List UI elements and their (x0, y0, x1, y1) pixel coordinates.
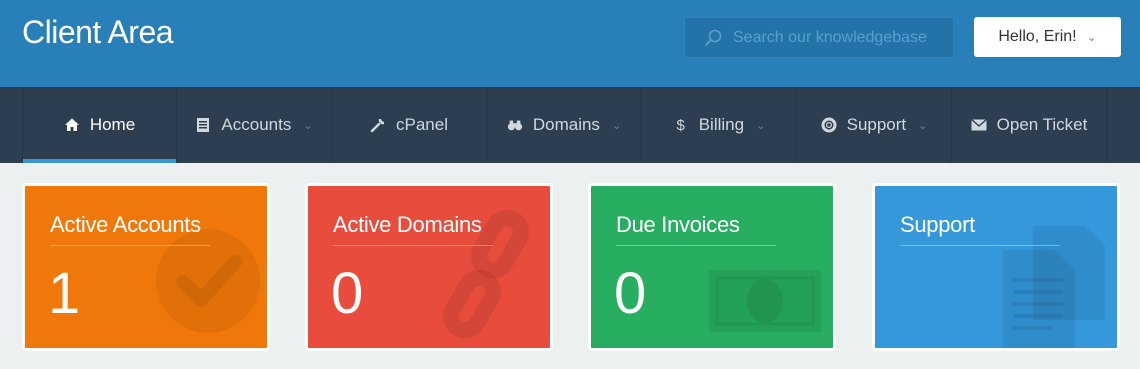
support-tile[interactable]: Support (872, 183, 1120, 351)
tile-title: Active Domains (333, 212, 482, 237)
tile-divider (900, 245, 1060, 246)
nav-item-label: Domains (532, 115, 600, 134)
banknote-icon (709, 270, 821, 332)
nav-item-domains[interactable]: Domains ⌄ (487, 87, 642, 163)
user-greeting: Hello, Erin! (998, 28, 1077, 45)
stats-tiles: Active Accounts 1 Active Domains 0 Due I… (22, 183, 1122, 351)
nav-item-label: cPanel (396, 115, 448, 134)
tile-title: Due Invoices (616, 212, 740, 237)
chevron-down-icon: ⌄ (611, 119, 622, 132)
tile-value: 0 (614, 261, 647, 326)
nav-item-billing[interactable]: $ Billing ⌄ (642, 87, 797, 163)
nav-item-label: Accounts (221, 115, 292, 134)
active-domains-tile[interactable]: Active Domains 0 (305, 183, 553, 351)
chevron-down-icon: ⌄ (918, 119, 928, 132)
tile-value: 0 (331, 261, 364, 326)
chevron-down-icon: ⌄ (303, 119, 313, 132)
tile-divider (333, 245, 493, 246)
home-icon (64, 117, 80, 133)
search-icon (705, 29, 722, 46)
nav-item-label: Support (846, 115, 907, 134)
envelope-icon (970, 117, 987, 133)
active-accounts-tile[interactable]: Active Accounts 1 (22, 183, 270, 351)
checkmark-icon (156, 229, 260, 333)
chevron-down-icon: ⌄ (1086, 30, 1097, 44)
nav-item-home[interactable]: Home (22, 87, 177, 163)
nav-item-cpanel[interactable]: cPanel (332, 87, 487, 163)
tile-title: Support (900, 212, 975, 237)
nav-item-open-ticket[interactable]: Open Ticket (952, 87, 1107, 163)
header: Client Area Hello, Erin! ⌄ (0, 0, 1140, 87)
tile-value: 1 (48, 261, 81, 326)
lifebuoy-icon (821, 117, 837, 133)
app-title[interactable]: Client Area (22, 14, 174, 51)
chevron-down-icon: ⌄ (756, 119, 766, 132)
nav-item-support[interactable]: Support ⌄ (797, 87, 952, 163)
nav-item-label: Billing (698, 115, 745, 134)
wrench-icon (370, 117, 386, 133)
main-nav: Home Accounts ⌄ cPanel Domains ⌄ $ Billi… (0, 87, 1140, 163)
nav-item-accounts[interactable]: Accounts ⌄ (177, 87, 332, 163)
tile-title: Active Accounts (50, 212, 201, 237)
document-icon (195, 117, 211, 133)
documents-icon (1003, 226, 1105, 348)
dollar-icon: $ (676, 116, 685, 134)
search-input[interactable] (733, 28, 948, 47)
search-box[interactable] (684, 17, 954, 58)
nav-item-label: Home (89, 115, 136, 134)
binoculars-icon (507, 117, 523, 133)
due-invoices-tile[interactable]: Due Invoices 0 (588, 183, 836, 351)
user-menu-button[interactable]: Hello, Erin! ⌄ (974, 17, 1121, 57)
tile-divider (50, 245, 210, 246)
nav-item-label: Open Ticket (996, 115, 1088, 134)
tile-divider (616, 245, 776, 246)
